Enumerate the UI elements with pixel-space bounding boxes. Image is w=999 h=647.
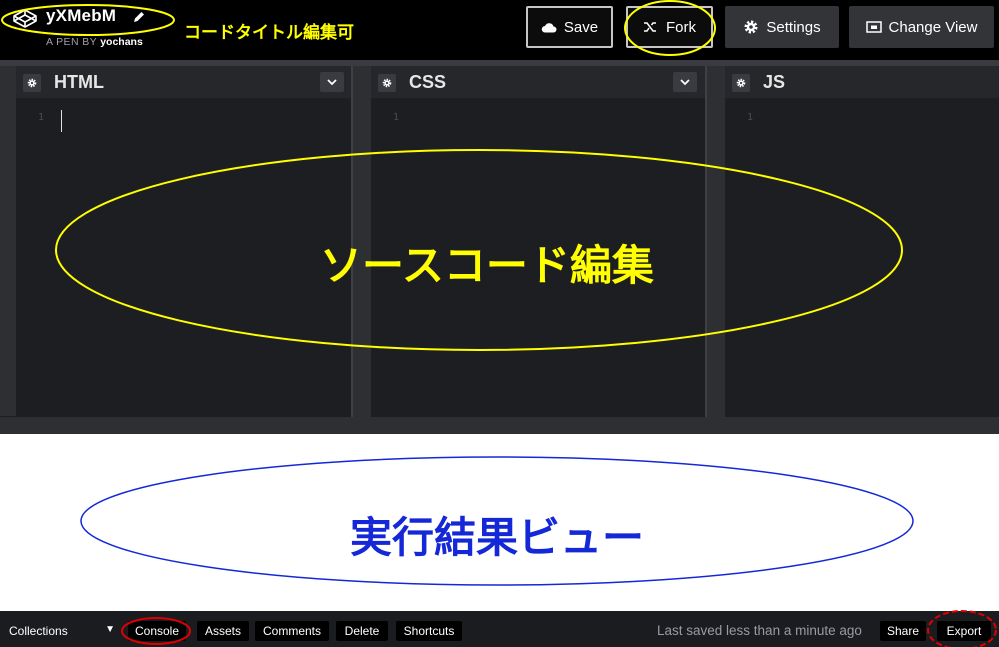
js-editor-pane[interactable]: JS 1 bbox=[725, 66, 999, 417]
caret-down-icon: ▼ bbox=[105, 624, 115, 635]
collections-dropdown[interactable]: Collections ▼ bbox=[3, 621, 119, 641]
css-settings-button[interactable] bbox=[378, 74, 396, 92]
html-menu-button[interactable] bbox=[320, 72, 344, 92]
css-pane-title: CSS bbox=[409, 72, 447, 92]
change-view-button[interactable]: Change View bbox=[849, 6, 994, 48]
chevron-down-icon bbox=[680, 78, 690, 85]
pencil-icon[interactable] bbox=[132, 10, 146, 24]
js-settings-button[interactable] bbox=[732, 74, 750, 92]
gear-icon bbox=[382, 78, 392, 88]
resizer-line bbox=[705, 66, 707, 417]
html-pane-header: HTML bbox=[16, 66, 351, 98]
html-settings-button[interactable] bbox=[23, 74, 41, 92]
js-pane-header: JS bbox=[725, 66, 999, 98]
change-view-label: Change View bbox=[888, 18, 978, 36]
share-button[interactable]: Share bbox=[880, 621, 926, 641]
codepen-logo-icon[interactable] bbox=[12, 8, 38, 28]
settings-button[interactable]: Settings bbox=[725, 6, 839, 48]
editor-resize-bar[interactable] bbox=[0, 417, 999, 434]
pane-resizer-2[interactable] bbox=[705, 66, 725, 417]
gear-icon bbox=[27, 78, 37, 88]
chevron-down-icon bbox=[327, 78, 337, 85]
delete-button[interactable]: Delete bbox=[336, 621, 388, 641]
fork-icon bbox=[644, 22, 656, 32]
settings-label: Settings bbox=[766, 18, 821, 36]
line-number: 1 bbox=[38, 112, 45, 123]
js-pane-title: JS bbox=[763, 72, 786, 92]
source-edit-annotation: ソースコード編集 bbox=[320, 242, 654, 289]
collections-label: Collections bbox=[9, 624, 68, 638]
fork-button[interactable]: Fork bbox=[626, 6, 713, 48]
header-bar: yXMebM A PEN BY yochans コードタイトル編集可 Save … bbox=[0, 0, 999, 60]
pen-title[interactable]: yXMebM bbox=[46, 6, 116, 26]
fork-label: Fork bbox=[666, 18, 696, 36]
shortcuts-button[interactable]: Shortcuts bbox=[396, 621, 462, 641]
assets-button[interactable]: Assets bbox=[197, 621, 249, 641]
html-pane-title: HTML bbox=[54, 72, 104, 92]
cloud-icon bbox=[541, 22, 557, 32]
result-view-annotation: 実行結果ビュー bbox=[350, 514, 645, 561]
gear-icon bbox=[744, 20, 758, 34]
css-pane-header: CSS bbox=[371, 66, 705, 98]
gear-icon bbox=[736, 78, 746, 88]
last-saved-status: Last saved less than a minute ago bbox=[657, 623, 862, 638]
line-number: 1 bbox=[393, 112, 400, 123]
pen-by-prefix: A PEN BY bbox=[46, 36, 97, 48]
save-label: Save bbox=[563, 18, 599, 36]
layout-icon bbox=[865, 21, 882, 33]
html-editor-pane[interactable]: HTML 1 bbox=[16, 66, 351, 417]
save-button[interactable]: Save bbox=[526, 6, 613, 48]
export-button[interactable]: Export bbox=[937, 621, 991, 641]
title-annotation: コードタイトル編集可 bbox=[184, 23, 354, 42]
line-number: 1 bbox=[747, 112, 754, 123]
text-cursor bbox=[61, 110, 62, 132]
console-button[interactable]: Console bbox=[128, 621, 186, 641]
editor-left-edge bbox=[0, 66, 16, 416]
css-menu-button[interactable] bbox=[673, 72, 697, 92]
comments-button[interactable]: Comments bbox=[255, 621, 329, 641]
footer-bar: Collections ▼ Console Assets Comments De… bbox=[0, 611, 999, 647]
author-link[interactable]: yochans bbox=[100, 36, 143, 48]
pen-author: A PEN BY yochans bbox=[46, 36, 143, 48]
